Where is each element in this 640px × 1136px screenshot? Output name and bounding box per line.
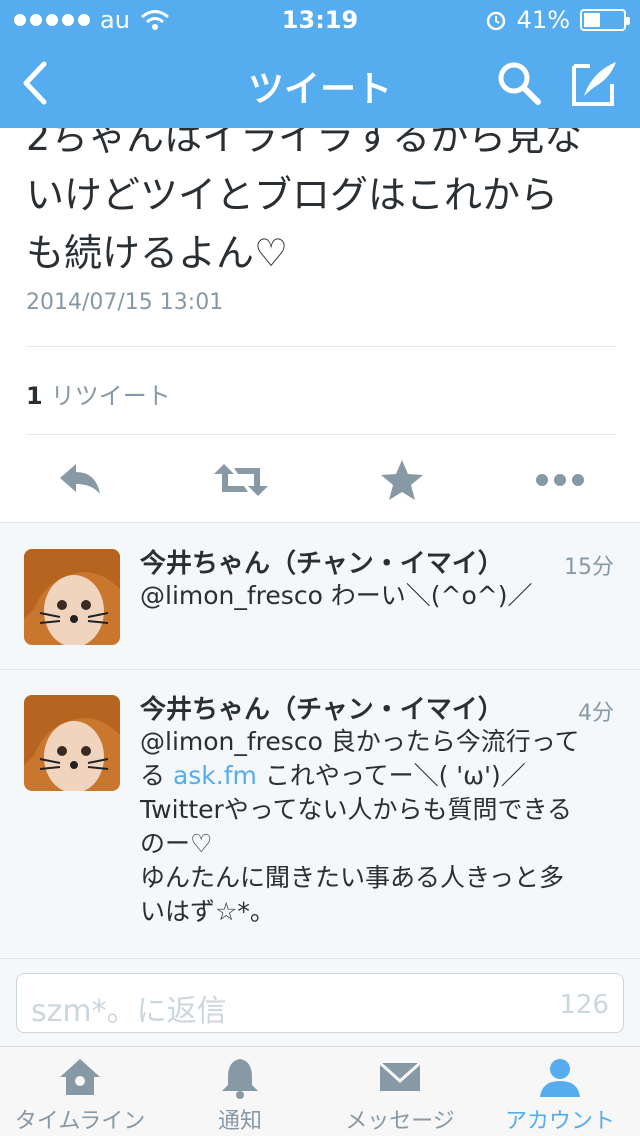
reply-text: @limon_fresco わーい＼(^o^)／ — [140, 579, 620, 613]
tab-account[interactable]: アカウント — [480, 1047, 640, 1136]
status-bar: au 13:19 41% — [0, 0, 640, 40]
reply-text-line: いはず☆*。 — [140, 897, 275, 926]
tab-label: 通知 — [217, 1109, 262, 1134]
reply-author-name: 今井ちゃん（チャン・イマイ） — [140, 549, 504, 579]
retweet-stats[interactable]: 1 リツイート — [26, 376, 171, 411]
alarm-icon — [486, 11, 505, 31]
ask-fm-link[interactable]: ask.fm — [173, 761, 257, 790]
envelope-icon — [378, 1061, 422, 1091]
battery-fill — [584, 13, 600, 27]
retweet-icon[interactable] — [214, 458, 268, 502]
tweet-text-line: も続けるよん♡ — [26, 231, 289, 275]
divider — [26, 434, 616, 435]
favorite-star-icon[interactable] — [378, 458, 426, 502]
reply-item[interactable]: 今井ちゃん（チャン・イマイ） 4分 @limon_fresco 良かったら今流行… — [0, 669, 640, 959]
tweet-text-line: いけどツイとブログはこれから — [26, 173, 559, 217]
tab-timeline[interactable]: タイムライン — [0, 1047, 160, 1136]
reply-text-line: @limon_fresco 良かったら今流行って — [140, 727, 580, 756]
divider — [26, 346, 616, 347]
home-icon — [60, 1059, 100, 1095]
reply-text-line: ゆんたんに聞きたい事ある人きっと多 — [140, 863, 565, 892]
reply-icon[interactable] — [56, 458, 104, 502]
tweet-actions — [0, 450, 640, 510]
tab-label: アカウント — [504, 1109, 615, 1134]
reply-text-line: のー♡ — [140, 829, 213, 858]
search-icon[interactable] — [494, 58, 544, 108]
reply-input[interactable]: szm*。に返信 126 — [16, 973, 624, 1033]
page-title: ツイート — [247, 69, 392, 110]
retweet-label: リツイート — [50, 382, 171, 410]
reply-text-line: Twitterやってない人からも質問できる — [140, 795, 573, 824]
tab-messages[interactable]: メッセージ — [320, 1047, 480, 1136]
char-counter: 126 — [559, 990, 609, 1020]
reply-time: 4分 — [578, 701, 614, 726]
reply-placeholder: szm*。に返信 — [31, 994, 227, 1029]
replies-list: 今井ちゃん（チャン・イマイ） 15分 @limon_fresco わーい＼(^o… — [0, 522, 640, 958]
reply-item[interactable]: 今井ちゃん（チャン・イマイ） 15分 @limon_fresco わーい＼(^o… — [0, 523, 640, 669]
tab-notifications[interactable]: 通知 — [160, 1047, 320, 1136]
reply-text: @limon_fresco 良かったら今流行って る ask.fm これやってー… — [140, 725, 620, 929]
tab-label: メッセージ — [345, 1109, 455, 1134]
nav-bar: ツイート — [0, 40, 640, 128]
reply-author-name: 今井ちゃん（チャン・イマイ） — [140, 695, 504, 725]
reply-text-fragment: る — [140, 761, 173, 790]
tweet-date: 2014/07/15 13:01 — [26, 290, 224, 315]
reply-text-line: る ask.fm これやってー＼( 'ω')／ — [140, 759, 620, 793]
bell-icon — [222, 1059, 258, 1099]
reply-text-line: @limon_fresco わーい＼(^o^)／ — [140, 581, 533, 610]
header: au 13:19 41% ツイート — [0, 0, 640, 128]
more-icon[interactable] — [534, 458, 586, 502]
person-icon — [540, 1059, 580, 1097]
compose-icon[interactable] — [570, 58, 620, 108]
avatar[interactable] — [24, 695, 120, 791]
reply-text-fragment: これやってー＼( 'ω')／ — [256, 761, 526, 790]
status-right: 41% — [485, 6, 630, 34]
reply-composer: szm*。に返信 126 — [0, 958, 640, 1046]
avatar[interactable] — [24, 549, 120, 645]
retweet-count: 1 — [26, 382, 43, 410]
battery-icon — [580, 9, 630, 31]
reply-time: 15分 — [564, 555, 614, 580]
tweet-text: 2ちゃんはイライラするから見な いけどツイとブログはこれから も続けるよん♡ — [26, 108, 626, 282]
tab-bar: タイムライン 通知 メッセージ アカウント — [0, 1046, 640, 1136]
tab-label: タイムライン — [14, 1109, 146, 1134]
battery-percent: 41% — [516, 6, 570, 34]
